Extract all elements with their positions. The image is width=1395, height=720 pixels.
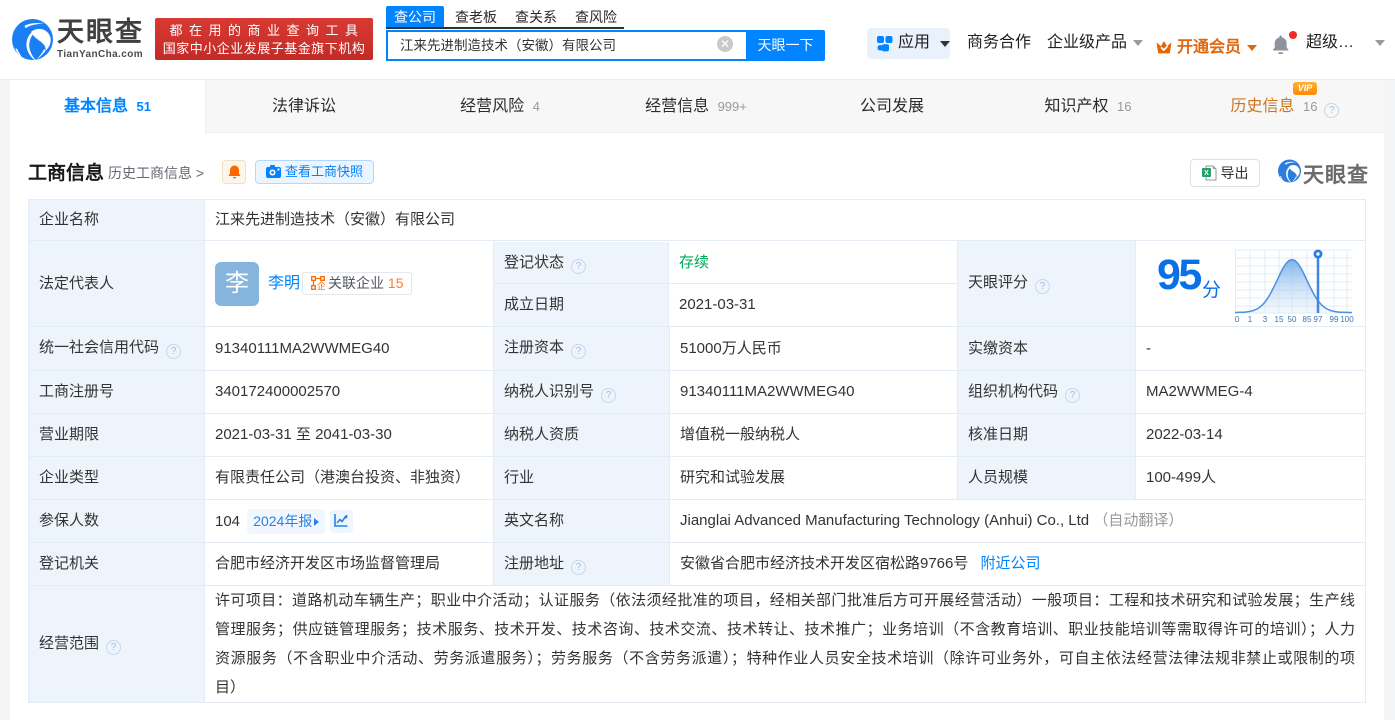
svg-text:100: 100 (1340, 315, 1354, 324)
svg-text:97: 97 (1314, 315, 1323, 324)
svg-text:50: 50 (1288, 315, 1297, 324)
svg-text:X: X (1204, 170, 1209, 177)
svg-text:3: 3 (1263, 315, 1268, 324)
svg-text:1: 1 (1248, 315, 1253, 324)
svg-text:0: 0 (1235, 315, 1240, 324)
svg-text:85: 85 (1303, 315, 1312, 324)
svg-text:企: 企 (317, 280, 325, 290)
svg-text:99: 99 (1330, 315, 1339, 324)
svg-text:15: 15 (1275, 315, 1284, 324)
svg-text:天眼查: 天眼查 (1303, 163, 1369, 186)
